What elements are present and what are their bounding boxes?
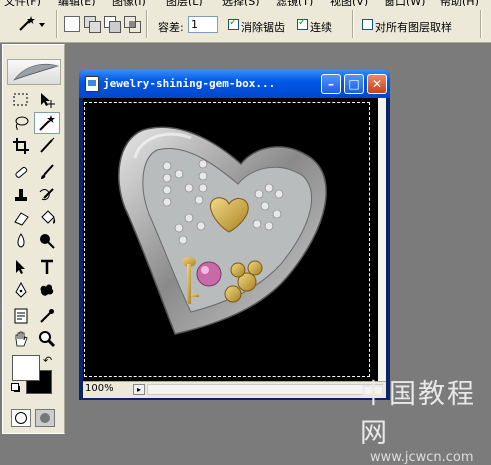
quick-mask-mode-button[interactable] <box>35 409 55 427</box>
type-tool-icon[interactable] <box>34 256 60 278</box>
selection-mode-new-icon[interactable] <box>64 16 80 32</box>
lasso-tool-icon[interactable] <box>8 112 34 134</box>
rect-marquee-tool-icon[interactable] <box>8 89 34 111</box>
close-button[interactable]: ✕ <box>367 74 387 94</box>
horizontal-scrollbar[interactable] <box>147 384 383 395</box>
contiguous-checkbox[interactable] <box>297 17 308 30</box>
vertical-scrollbar[interactable] <box>378 98 386 381</box>
healing-brush-tool-icon[interactable] <box>8 161 34 183</box>
maximize-button[interactable]: □ <box>344 74 364 94</box>
magic-wand-tool-icon[interactable] <box>34 112 60 134</box>
selection-mode-intersect-icon[interactable] <box>124 16 141 33</box>
contiguous-label: 连续 <box>310 21 332 34</box>
photoshop-document-icon[interactable] <box>85 76 99 92</box>
move-tool-icon[interactable] <box>34 89 60 111</box>
minimize-button[interactable]: – <box>321 74 341 94</box>
notes-tool-icon[interactable] <box>8 305 34 327</box>
anti-alias-checkbox[interactable] <box>228 17 239 30</box>
swap-colors-icon[interactable]: ↶ <box>43 354 52 367</box>
default-colors-icon[interactable] <box>11 383 21 393</box>
crop-tool-icon[interactable] <box>8 135 34 157</box>
eraser-tool-icon[interactable] <box>8 207 34 229</box>
document-titlebar[interactable]: jewelry-shining-gem-box... – □ ✕ <box>79 70 390 98</box>
anti-alias-label: 消除锯齿 <box>241 21 285 34</box>
status-info-button[interactable]: ▸ <box>133 384 145 395</box>
path-selection-tool-icon[interactable] <box>8 256 34 278</box>
blur-tool-icon[interactable] <box>8 230 34 252</box>
eyedropper-tool-icon[interactable] <box>34 305 60 327</box>
adobe-feather-logo[interactable] <box>7 59 61 85</box>
selection-marquee <box>84 102 370 377</box>
document-title: jewelry-shining-gem-box... <box>103 77 276 90</box>
slice-tool-icon[interactable] <box>34 135 60 157</box>
sample-all-layers-checkbox[interactable] <box>362 19 373 30</box>
pen-tool-icon[interactable] <box>8 279 34 301</box>
selection-mode-subtract-icon[interactable] <box>104 16 121 33</box>
selection-mode-add-icon[interactable] <box>84 16 101 33</box>
toolbox: ↶ <box>2 44 65 434</box>
document-window: jewelry-shining-gem-box... – □ ✕ 100% ▸ <box>79 70 390 400</box>
magic-wand-preset-icon[interactable] <box>16 15 46 33</box>
watermark: 中国教程网 www.jcwcn.com <box>360 372 491 465</box>
foreground-color-swatch[interactable] <box>12 355 40 381</box>
clone-stamp-tool-icon[interactable] <box>8 184 34 206</box>
brush-tool-icon[interactable] <box>34 161 60 183</box>
zoom-tool-icon[interactable] <box>34 328 60 350</box>
standard-mode-button[interactable] <box>11 409 31 427</box>
options-bar: 容差: 消除锯齿 连续 对所有图层取样 <box>0 6 491 43</box>
document-status-bar: 100% ▸ <box>83 381 386 398</box>
dodge-tool-icon[interactable] <box>34 230 60 252</box>
watermark-url: www.jcwcn.com <box>370 450 474 465</box>
paint-bucket-tool-icon[interactable] <box>34 207 60 229</box>
hand-tool-icon[interactable] <box>8 328 34 350</box>
custom-shape-tool-icon[interactable] <box>34 279 60 301</box>
tolerance-label: 容差: <box>158 21 184 34</box>
watermark-title: 中国教程网 <box>360 379 476 449</box>
history-brush-tool-icon[interactable] <box>34 184 60 206</box>
zoom-level[interactable]: 100% <box>85 383 114 394</box>
tolerance-input[interactable] <box>188 16 218 33</box>
sample-all-layers-label: 对所有图层取样 <box>375 21 452 34</box>
